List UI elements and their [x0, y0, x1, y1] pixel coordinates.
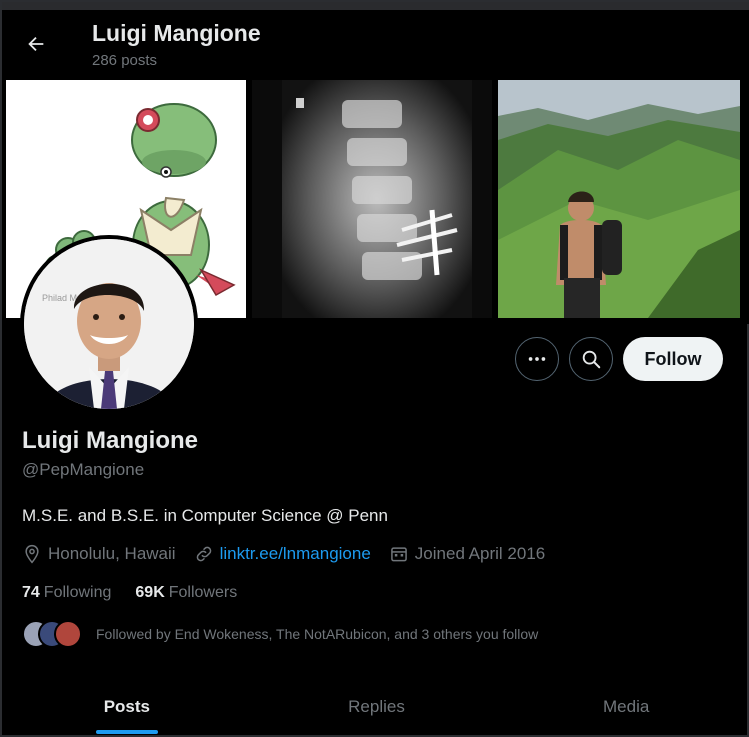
- profile-avatar[interactable]: Philad Muse: [20, 235, 198, 413]
- tab-media[interactable]: Media: [501, 678, 749, 736]
- follow-stats: 74 Following 69K Followers: [22, 584, 261, 602]
- back-button[interactable]: [16, 24, 56, 64]
- post-count: 286 posts: [92, 52, 158, 69]
- location-item: Honolulu, Hawaii: [22, 544, 176, 564]
- active-tab-indicator: [95, 730, 158, 734]
- joined-item: Joined April 2016: [389, 544, 545, 564]
- header-title: Luigi Mangione: [92, 20, 261, 46]
- followers-label: Followers: [168, 584, 238, 601]
- search-posts-button[interactable]: [569, 337, 613, 381]
- following-link[interactable]: 74 Following: [22, 584, 111, 602]
- following-label: Following: [43, 584, 112, 601]
- follower-avatars: [22, 620, 84, 648]
- profile-handle: @PepMangione: [22, 460, 145, 479]
- location-text: Honolulu, Hawaii: [48, 544, 176, 563]
- followed-by-text: Followed by End Wokeness, The NotARubico…: [96, 626, 539, 642]
- followers-link[interactable]: 69K Followers: [135, 584, 237, 602]
- following-count: 74: [22, 584, 40, 601]
- tab-label: Posts: [103, 697, 150, 716]
- joined-text: Joined April 2016: [414, 544, 546, 563]
- followed-by[interactable]: Followed by End Wokeness, The NotARubico…: [22, 620, 538, 648]
- profile-page: Luigi Mangione 286 posts Philad Muse Fol…: [0, 0, 749, 737]
- tab-replies[interactable]: Replies: [252, 678, 502, 736]
- tab-posts[interactable]: Posts: [2, 678, 252, 736]
- followers-count: 69K: [135, 584, 165, 601]
- avatar: [54, 620, 82, 648]
- banner-image-xray: [252, 80, 492, 318]
- profile-bio: M.S.E. and B.S.E. in Computer Science @ …: [22, 506, 388, 525]
- more-options-button[interactable]: [515, 337, 559, 381]
- profile-tabs: Posts Replies Media: [2, 678, 749, 736]
- search-icon: [582, 350, 601, 369]
- website-item: linktr.ee/lnmangione: [194, 544, 371, 564]
- location-pin-icon: [25, 544, 39, 564]
- profile-meta: Honolulu, Hawaii linktr.ee/lnmangione Jo…: [22, 544, 563, 564]
- profile-header: Luigi Mangione 286 posts: [2, 10, 749, 78]
- tab-label: Replies: [348, 697, 405, 716]
- more-dots-icon: [528, 357, 546, 361]
- window-top-bar: [2, 2, 749, 10]
- banner-image-hike-photo: [498, 80, 740, 318]
- arrow-left-icon: [28, 36, 44, 52]
- calendar-icon: [390, 547, 407, 562]
- link-icon: [196, 546, 211, 562]
- follow-button[interactable]: Follow: [623, 337, 723, 381]
- profile-name: Luigi Mangione: [22, 427, 198, 454]
- tab-label: Media: [603, 697, 650, 716]
- website-link[interactable]: linktr.ee/lnmangione: [220, 544, 371, 564]
